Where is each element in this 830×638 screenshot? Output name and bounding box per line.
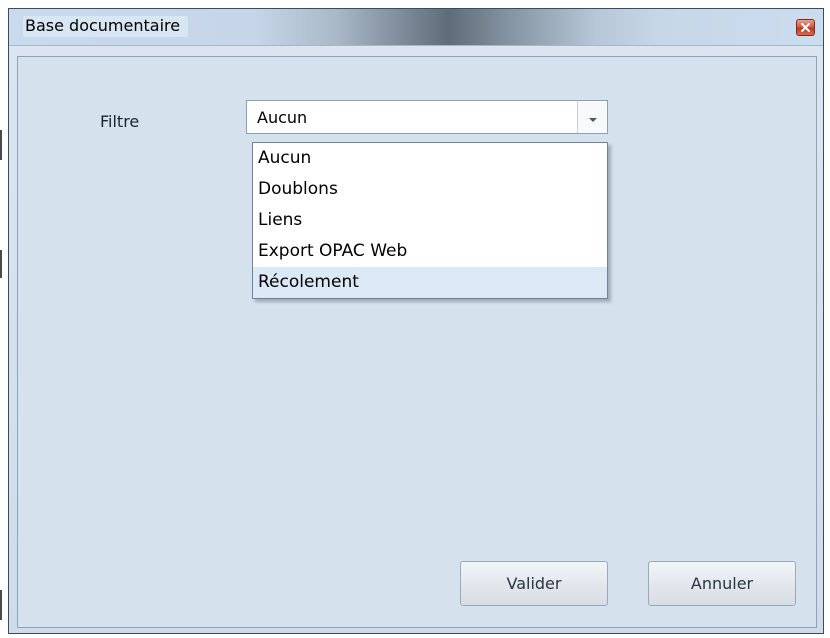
filter-combobox[interactable]: Aucun [246, 100, 608, 134]
filter-option-export-opac-web[interactable]: Export OPAC Web [253, 236, 607, 267]
left-edge-mark [0, 590, 2, 620]
validate-button[interactable]: Valider [460, 561, 608, 606]
filter-option-doublons[interactable]: Doublons [253, 174, 607, 205]
filter-dropdown-list: Aucun Doublons Liens Export OPAC Web Réc… [252, 142, 608, 299]
close-button[interactable] [796, 19, 815, 36]
left-edge-mark [0, 250, 2, 278]
left-edge-mark [0, 130, 2, 160]
filter-selected-value: Aucun [257, 108, 308, 127]
filter-option-recolement[interactable]: Récolement [253, 267, 607, 298]
cancel-button[interactable]: Annuler [648, 561, 796, 606]
window-title: Base documentaire [23, 16, 189, 37]
close-icon [801, 23, 810, 32]
title-bar[interactable]: Base documentaire [9, 9, 823, 46]
filter-label: Filtre [100, 112, 140, 131]
chevron-down-icon [588, 108, 598, 127]
dropdown-arrow-button[interactable] [577, 101, 607, 133]
filter-option-aucun[interactable]: Aucun [253, 143, 607, 174]
filter-option-liens[interactable]: Liens [253, 205, 607, 236]
